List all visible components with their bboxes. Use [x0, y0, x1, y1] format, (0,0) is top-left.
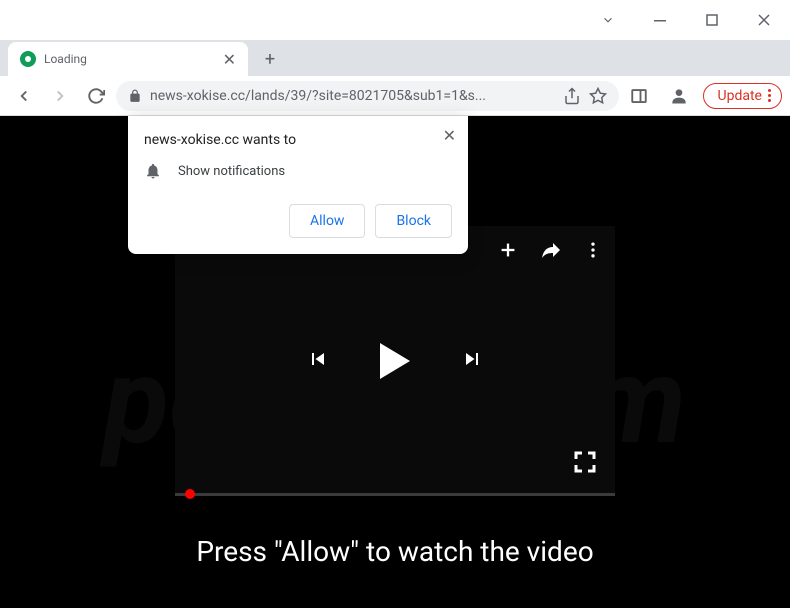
- lock-icon: [128, 89, 142, 103]
- tab-bar: Loading ✕ +: [0, 40, 790, 76]
- tab-title: Loading: [44, 52, 215, 66]
- address-bar: news-xokise.cc/lands/39/?site=8021705&su…: [0, 76, 790, 116]
- plus-icon[interactable]: [497, 239, 519, 265]
- page-content: pcrisk.com: [0, 116, 790, 608]
- close-window-button[interactable]: [750, 6, 778, 34]
- fullscreen-icon[interactable]: [573, 450, 597, 478]
- profile-icon[interactable]: [663, 80, 695, 112]
- dialog-body: Show notifications: [178, 164, 285, 179]
- side-panel-icon[interactable]: [623, 80, 655, 112]
- block-button[interactable]: Block: [375, 204, 452, 238]
- share-icon[interactable]: [563, 87, 581, 105]
- reload-button[interactable]: [80, 80, 112, 112]
- instruction-message: Press "Allow" to watch the video: [0, 535, 790, 568]
- update-button[interactable]: Update: [703, 83, 782, 109]
- back-button[interactable]: [8, 80, 40, 112]
- close-dialog-icon[interactable]: ✕: [443, 126, 456, 145]
- video-player: [175, 226, 615, 496]
- bell-icon: [144, 162, 162, 180]
- minimize-button[interactable]: [646, 6, 674, 34]
- progress-handle[interactable]: [185, 489, 195, 499]
- allow-button[interactable]: Allow: [289, 204, 365, 238]
- next-track-icon[interactable]: [460, 347, 484, 375]
- url-text: news-xokise.cc/lands/39/?site=8021705&su…: [150, 88, 555, 104]
- share-arrow-icon[interactable]: [539, 238, 563, 266]
- progress-bar[interactable]: [175, 493, 615, 496]
- maximize-button[interactable]: [698, 6, 726, 34]
- update-label: Update: [718, 88, 762, 104]
- url-box[interactable]: news-xokise.cc/lands/39/?site=8021705&su…: [116, 81, 619, 111]
- play-button[interactable]: [380, 343, 410, 379]
- browser-tab[interactable]: Loading ✕: [8, 42, 248, 76]
- tab-favicon-icon: [20, 51, 36, 67]
- menu-dots-icon: [768, 89, 771, 102]
- new-tab-button[interactable]: +: [256, 45, 284, 73]
- close-tab-icon[interactable]: ✕: [223, 50, 236, 69]
- chevron-down-icon[interactable]: [594, 6, 622, 34]
- notification-permission-dialog: ✕ news-xokise.cc wants to Show notificat…: [128, 116, 468, 254]
- forward-button[interactable]: [44, 80, 76, 112]
- dialog-title: news-xokise.cc wants to: [144, 132, 452, 148]
- previous-track-icon[interactable]: [306, 347, 330, 375]
- bookmark-star-icon[interactable]: [589, 87, 607, 105]
- window-controls: [0, 0, 790, 40]
- more-dots-icon[interactable]: [583, 240, 603, 264]
